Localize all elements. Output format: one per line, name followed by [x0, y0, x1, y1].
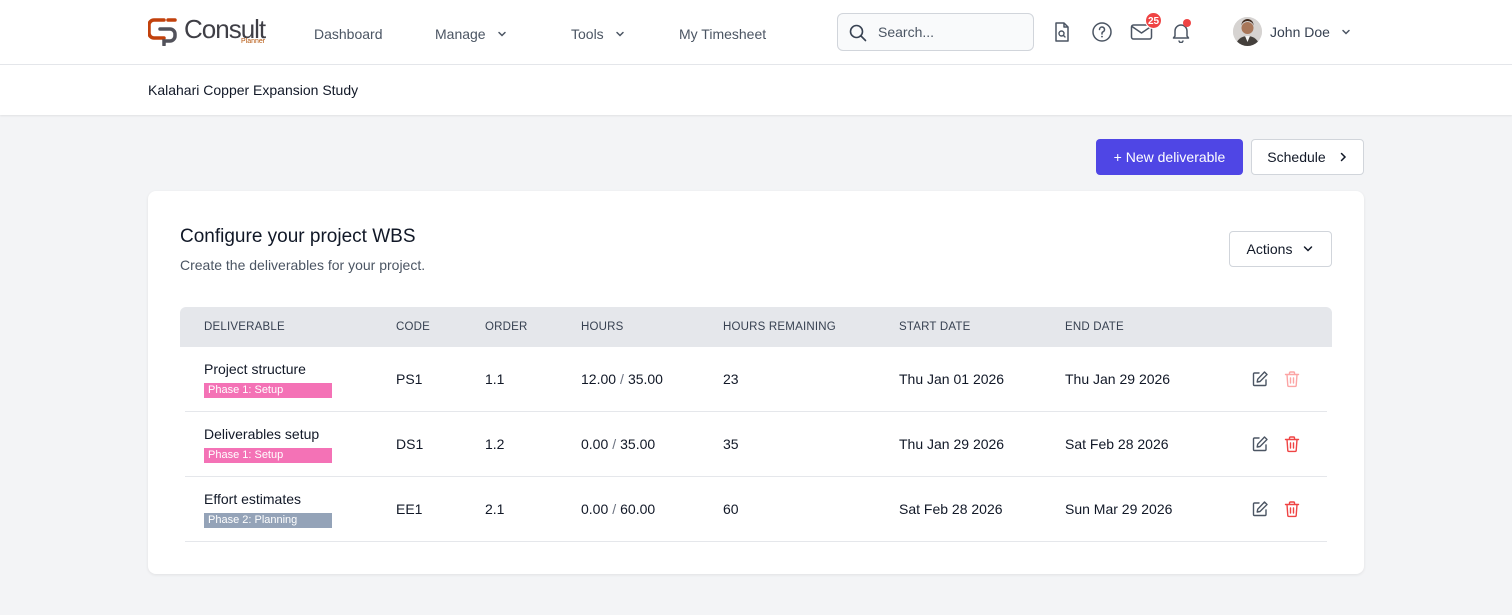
hours-separator: /: [620, 371, 624, 387]
schedule-button-label: Schedule: [1267, 149, 1326, 165]
table-header: DELIVERABLE CODE ORDER HOURS HOURS REMAI…: [180, 307, 1332, 347]
nav-dashboard[interactable]: Dashboard: [314, 24, 383, 44]
nav-my-timesheet[interactable]: My Timesheet: [679, 24, 766, 44]
user-avatar-icon: [1233, 17, 1262, 46]
table-row[interactable]: Deliverables setup Phase 1: Setup DS1 1.…: [180, 412, 1332, 477]
deliverable-name[interactable]: Deliverables setup: [204, 426, 319, 443]
deliverable-order: 1.1: [485, 371, 505, 387]
hours-separator: /: [612, 501, 617, 517]
hours-remaining: 60: [723, 501, 739, 517]
deliverable-name[interactable]: Effort estimates: [204, 491, 301, 508]
end-date: Sun Mar 29 2026: [1065, 501, 1173, 517]
logo-subtitle: Planner: [241, 38, 266, 45]
chevron-down-icon: [1342, 29, 1350, 35]
table-row[interactable]: Project structure Phase 1: Setup PS1 1.1…: [180, 347, 1332, 412]
hours-used: 0.00: [581, 436, 609, 452]
hours-separator: /: [612, 436, 617, 452]
edit-icon[interactable]: [1251, 435, 1269, 453]
top-navbar: Consult Planner Dashboard Manage Tools M…: [0, 0, 1512, 65]
hours-total: 35.00: [620, 436, 656, 452]
column-header-deliverable[interactable]: DELIVERABLE: [204, 320, 285, 334]
actions-dropdown-button[interactable]: Actions: [1229, 231, 1332, 267]
nav-my-timesheet-label: My Timesheet: [679, 26, 767, 42]
deliverable-order: 1.2: [485, 436, 505, 452]
column-header-end-date[interactable]: END DATE: [1065, 320, 1124, 334]
document-search-icon[interactable]: [1051, 21, 1073, 43]
deliverable-hours: 12.00/35.00: [581, 371, 663, 388]
search-icon: [849, 24, 867, 42]
column-header-order[interactable]: ORDER: [485, 320, 528, 334]
start-date: Sat Feb 28 2026: [899, 501, 1003, 517]
nav-tools[interactable]: Tools: [571, 24, 626, 44]
schedule-button[interactable]: Schedule: [1251, 139, 1364, 175]
nav-dashboard-label: Dashboard: [314, 26, 383, 42]
avatar: [1233, 17, 1262, 46]
end-date: Thu Jan 29 2026: [1065, 371, 1171, 387]
project-header: Kalahari Copper Expansion Study: [0, 65, 1512, 115]
wbs-card: Configure your project WBS Create the de…: [148, 191, 1364, 574]
phase-tag: Phase 2: Planning: [204, 513, 332, 528]
start-date: Thu Jan 29 2026: [899, 436, 1005, 452]
hours-used: 0.00: [581, 501, 609, 517]
hours-used: 12.00: [581, 371, 617, 387]
start-date: Thu Jan 01 2026: [899, 371, 1005, 387]
trash-icon[interactable]: [1283, 435, 1301, 453]
logo-mark-icon: [148, 18, 177, 46]
trash-icon[interactable]: [1283, 500, 1301, 518]
column-header-hours[interactable]: HOURS: [581, 320, 624, 334]
end-date: Sat Feb 28 2026: [1065, 436, 1169, 452]
edit-icon[interactable]: [1251, 370, 1269, 388]
search-input[interactable]: [878, 22, 1028, 42]
user-name: John Doe: [1270, 23, 1330, 40]
user-menu[interactable]: John Doe: [1233, 17, 1352, 46]
chevron-down-icon: [497, 31, 506, 37]
table-row[interactable]: Effort estimates Phase 2: Planning EE1 2…: [180, 477, 1332, 542]
project-title: Kalahari Copper Expansion Study: [148, 82, 359, 98]
hours-total: 35.00: [627, 371, 663, 387]
deliverable-code: EE1: [396, 501, 423, 517]
column-header-hours-remaining[interactable]: HOURS REMAINING: [723, 320, 836, 334]
column-header-start-date[interactable]: START DATE: [899, 320, 970, 334]
actions-button-label: Actions: [1246, 241, 1293, 257]
hours-remaining: 35: [723, 436, 739, 452]
chevron-right-icon: [1340, 152, 1346, 162]
deliverable-hours: 0.00/35.00: [581, 436, 655, 453]
nav-manage-label: Manage: [435, 26, 486, 42]
hours-remaining: 23: [723, 371, 739, 387]
edit-icon[interactable]: [1251, 500, 1269, 518]
mail-count-badge: 25: [1145, 12, 1163, 29]
deliverable-code: PS1: [396, 371, 423, 387]
deliverable-order: 2.1: [485, 501, 505, 517]
hours-total: 60.00: [620, 501, 656, 517]
logo-text: Consult Planner: [184, 16, 266, 45]
row-divider: [185, 541, 1327, 542]
app-logo[interactable]: Consult Planner: [148, 16, 266, 48]
nav-tools-label: Tools: [571, 26, 604, 42]
trash-icon: [1284, 371, 1300, 388]
deliverable-name[interactable]: Project structure: [204, 361, 306, 378]
phase-tag: Phase 1: Setup: [204, 448, 332, 463]
card-subtitle: Create the deliverables for your project…: [180, 257, 426, 273]
help-circle-icon[interactable]: [1091, 21, 1113, 43]
phase-tag: Phase 1: Setup: [204, 383, 332, 398]
chevron-down-icon: [615, 31, 624, 37]
deliverable-hours: 0.00/60.00: [581, 501, 655, 518]
chevron-down-icon: [1304, 246, 1313, 252]
notification-dot: [1183, 19, 1191, 27]
card-title: Configure your project WBS: [180, 226, 416, 247]
search-box[interactable]: [837, 13, 1034, 51]
nav-manage[interactable]: Manage: [435, 24, 508, 44]
column-header-code[interactable]: CODE: [396, 320, 430, 334]
deliverable-code: DS1: [396, 436, 424, 452]
new-deliverable-button[interactable]: + New deliverable: [1096, 139, 1243, 175]
